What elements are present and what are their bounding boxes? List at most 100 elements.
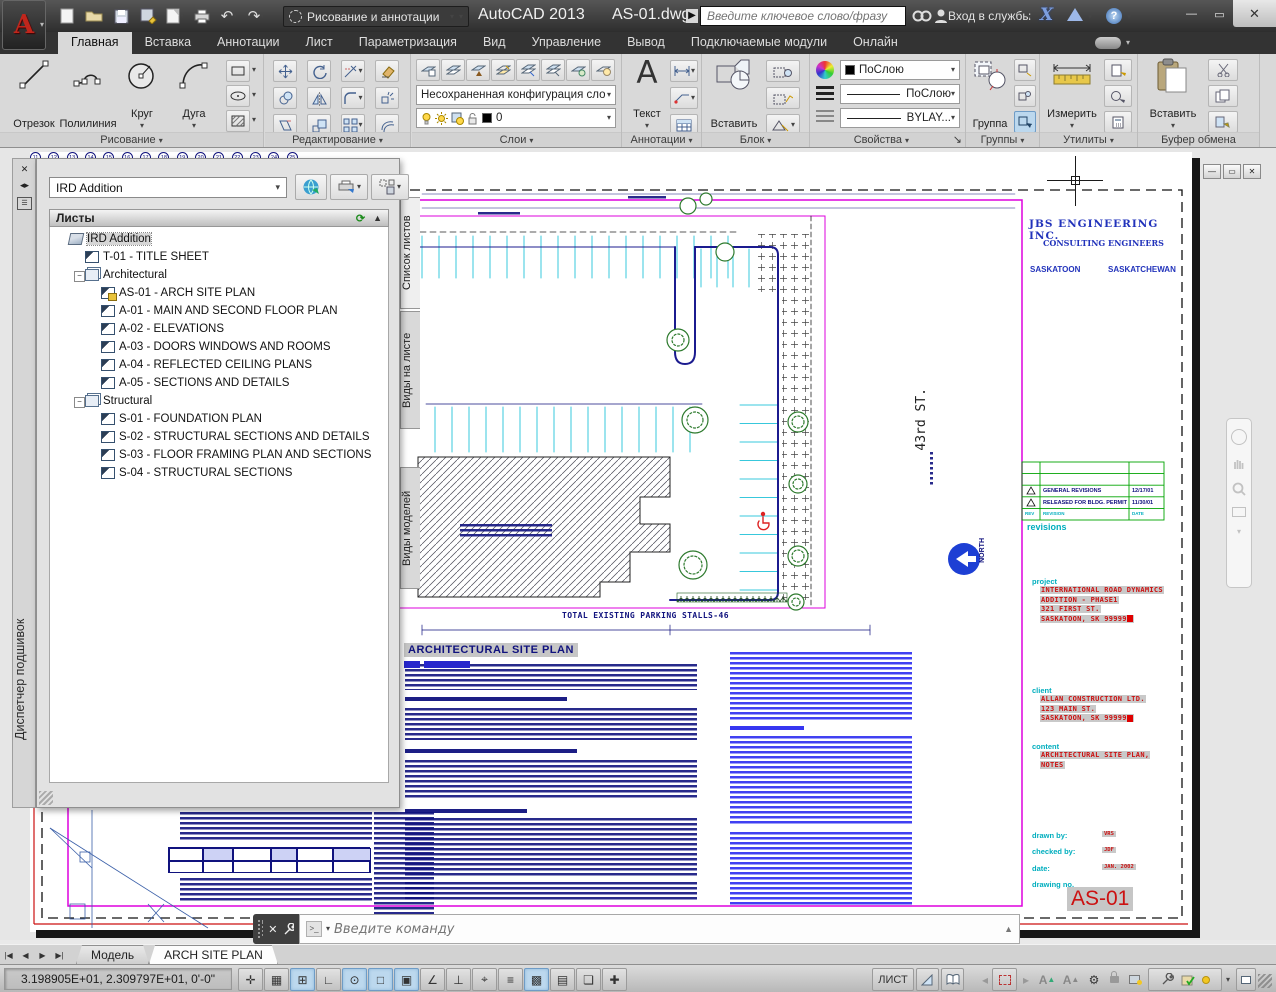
ribbon-tab[interactable]: Вид bbox=[470, 32, 519, 54]
ui-lock-icon[interactable] bbox=[1104, 968, 1124, 991]
id-point-button[interactable] bbox=[1104, 59, 1132, 81]
panel-label-block[interactable]: Блок▾ bbox=[702, 132, 809, 147]
circle-button[interactable]: Круг▾ bbox=[116, 58, 168, 130]
sheet-tree-item[interactable]: A-03 - DOORS WINDOWS AND ROOMS bbox=[50, 338, 388, 356]
navbar-more-icon[interactable]: ▾ bbox=[1237, 527, 1241, 536]
tab-model-views[interactable]: Виды моделей bbox=[400, 467, 420, 589]
panel-label-utilities[interactable]: Утилиты▾ bbox=[1040, 132, 1137, 147]
toggle-object-snap-tracking[interactable]: ∠ bbox=[420, 968, 445, 991]
navigation-bar[interactable]: ▾ bbox=[1226, 418, 1252, 588]
layer-match-button[interactable] bbox=[566, 59, 590, 81]
sheet-tree-item[interactable]: Structural bbox=[50, 392, 388, 410]
sheet-tree-item[interactable]: S-01 - FOUNDATION PLAN bbox=[50, 410, 388, 428]
tree-expander-icon[interactable] bbox=[74, 395, 85, 408]
new-drawing-button[interactable] bbox=[55, 5, 79, 27]
ribbon-tab[interactable]: Аннотации bbox=[204, 32, 292, 54]
layout-tab[interactable]: Модель bbox=[76, 945, 149, 964]
command-input-area[interactable]: >_ ▾ ▲ bbox=[299, 914, 1020, 944]
lightbulb-icon[interactable] bbox=[1202, 976, 1210, 984]
layer-state-combo[interactable]: Несохраненная конфигурация сло▾ bbox=[416, 85, 616, 105]
plot-preview-button[interactable]: ▾ bbox=[163, 5, 187, 27]
ribbon-tab[interactable]: Вставка bbox=[132, 32, 204, 54]
layer-combo[interactable]: 0▾ bbox=[416, 108, 616, 128]
collapse-icon[interactable]: ▲ bbox=[373, 213, 382, 223]
palette-close-icon[interactable]: ✕ bbox=[17, 163, 32, 176]
polyline-button[interactable]: Полилиния bbox=[62, 58, 114, 130]
ribbon-tab[interactable]: Параметризация bbox=[346, 32, 470, 54]
toggle-dynamic-input[interactable]: ⌖ bbox=[472, 968, 497, 991]
toggle-object-snap[interactable]: □ bbox=[368, 968, 393, 991]
insert-block-button[interactable]: Вставить bbox=[708, 58, 760, 130]
layer-isolate-button[interactable] bbox=[491, 59, 515, 81]
layer-properties-button[interactable] bbox=[416, 59, 440, 81]
maximize-viewport-button[interactable] bbox=[992, 968, 1017, 991]
sheet-tree-item[interactable]: T-01 - TITLE SHEET bbox=[50, 248, 388, 266]
toggle-annotation-monitor[interactable]: ✚ bbox=[602, 968, 627, 991]
quick-calc-button[interactable] bbox=[1104, 111, 1132, 133]
toggle-lineweight-display[interactable]: ≡ bbox=[498, 968, 523, 991]
orbit-icon[interactable] bbox=[1232, 507, 1246, 517]
doc-minimize-button[interactable]: — bbox=[1203, 164, 1221, 179]
rotate-button[interactable] bbox=[307, 60, 331, 82]
sheets-section-header[interactable]: Листы ⟳ ▲ bbox=[49, 209, 389, 227]
maximize-button[interactable]: ▭ bbox=[1206, 3, 1233, 25]
coordinates-display[interactable]: 3.198905E+01, 2.309797E+01, 0'-0" bbox=[4, 968, 232, 990]
sheet-tree-item[interactable]: A-01 - MAIN AND SECOND FLOOR PLAN bbox=[50, 302, 388, 320]
ribbon-tab[interactable]: Подключаемые модули bbox=[678, 32, 840, 54]
sheet-tree-item[interactable]: A-02 - ELEVATIONS bbox=[50, 320, 388, 338]
panel-label-clipboard[interactable]: Буфер обмена bbox=[1138, 132, 1259, 147]
save-as-button[interactable] bbox=[136, 5, 160, 27]
hardware-acceleration-icon[interactable] bbox=[1124, 968, 1146, 991]
toggle-grid-display[interactable]: ⊞ bbox=[290, 968, 315, 991]
toggle-selection-cycling[interactable]: ❏ bbox=[576, 968, 601, 991]
save-button[interactable] bbox=[109, 5, 133, 27]
text-button[interactable]: A Текст▾ bbox=[626, 58, 668, 130]
search-icon[interactable] bbox=[912, 6, 932, 26]
panel-label-groups[interactable]: Группы▾ bbox=[966, 132, 1039, 147]
refresh-icon[interactable]: ⟳ bbox=[356, 212, 365, 225]
customize-wrench-icon[interactable] bbox=[283, 923, 294, 936]
toggle-snap-mode[interactable]: ▦ bbox=[264, 968, 289, 991]
sheet-tree-item[interactable]: A-04 - REFLECTED CEILING PLANS bbox=[50, 356, 388, 374]
line-button[interactable]: Отрезок bbox=[8, 58, 60, 130]
redo-button[interactable]: ↷▾ bbox=[244, 5, 268, 27]
palette-resize-grip[interactable] bbox=[39, 791, 53, 805]
panel-label-draw[interactable]: Рисование▾ bbox=[0, 132, 263, 147]
search-input[interactable] bbox=[701, 7, 905, 25]
layer-lock-button[interactable] bbox=[541, 59, 565, 81]
performance-check-icon[interactable] bbox=[1181, 973, 1195, 986]
ribbon-tab[interactable]: Главная bbox=[58, 32, 132, 54]
sheet-tree-item[interactable]: Architectural bbox=[50, 266, 388, 284]
layer-state-button[interactable] bbox=[441, 59, 465, 81]
workspace-gear-icon[interactable]: ⚙ bbox=[1084, 968, 1104, 991]
palette-autohide-icon[interactable]: ◂▸ bbox=[17, 179, 32, 192]
fillet-button[interactable]: ▾ bbox=[341, 87, 365, 109]
next-layout-button[interactable]: ▶ bbox=[34, 947, 51, 964]
help-search-box[interactable] bbox=[700, 6, 906, 26]
sheet-tree-item[interactable]: S-03 - FLOOR FRAMING PLAN AND SECTIONS bbox=[50, 446, 388, 464]
layer-off-button[interactable] bbox=[466, 59, 490, 81]
prev-viewport-icon[interactable]: ◂ bbox=[978, 968, 992, 991]
toggle-dynamic-ucs[interactable]: ⊥ bbox=[446, 968, 471, 991]
ribbon-tab[interactable]: Лист bbox=[293, 32, 346, 54]
sheet-tree-item[interactable]: A-05 - SECTIONS AND DETAILS bbox=[50, 374, 388, 392]
clean-screen-button[interactable] bbox=[1236, 968, 1256, 991]
layer-freeze-button[interactable] bbox=[516, 59, 540, 81]
arc-button[interactable]: Дуга▾ bbox=[168, 58, 220, 130]
workspace-switcher[interactable]: Рисование и аннотации ▾▾ bbox=[283, 6, 469, 27]
doc-close-button[interactable]: ✕ bbox=[1243, 164, 1261, 179]
minimize-button[interactable]: — bbox=[1178, 3, 1205, 25]
explode-button[interactable] bbox=[375, 87, 399, 109]
ungroup-button[interactable] bbox=[1014, 59, 1036, 81]
panel-label-layers[interactable]: Слои▾ bbox=[412, 132, 621, 147]
toggle-polar-tracking[interactable]: ⊙ bbox=[342, 968, 367, 991]
drag-handle-icon[interactable] bbox=[258, 920, 263, 938]
sheet-selections-button[interactable]: ▾ bbox=[371, 174, 409, 200]
command-input[interactable] bbox=[334, 922, 1000, 937]
linetype-icon[interactable] bbox=[816, 110, 834, 122]
paste-button[interactable]: Вставить▾ bbox=[1146, 58, 1200, 130]
lineweight-combo[interactable]: ПоСлою▾ bbox=[840, 84, 960, 104]
hatch-tool-button[interactable] bbox=[226, 110, 250, 132]
ribbon-tab[interactable]: Вывод bbox=[614, 32, 678, 54]
exchange-apps-icon[interactable]: X bbox=[1040, 5, 1053, 25]
